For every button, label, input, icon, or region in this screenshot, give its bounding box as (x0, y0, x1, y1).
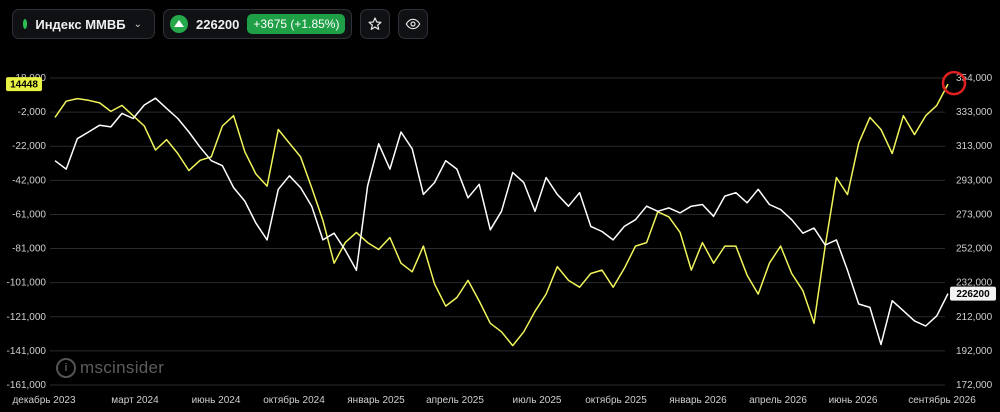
left-tick-label: -81,000 (12, 244, 46, 255)
left-tick-label: -161,000 (7, 380, 47, 391)
left-tick-label: -141,000 (7, 346, 47, 357)
x-axis: декабрь 2023 март 2024 июнь 2024 октябрь 20… (12, 394, 976, 406)
right-tick-label: 192,000 (956, 346, 993, 357)
x-tick-label: июнь 2024 (192, 395, 241, 406)
right-axis: 354,000333,000313,000293,000273,000252,0… (956, 73, 993, 391)
left-tick-label: -22,000 (12, 141, 46, 152)
x-tick-label: июнь 2026 (829, 395, 878, 406)
right-tick-label: 333,000 (956, 107, 993, 118)
x-tick-label: март 2024 (111, 395, 159, 406)
right-tick-label: 293,000 (956, 175, 993, 186)
last-value-right: 226200 (956, 289, 990, 300)
left-tick-label: -42,000 (12, 175, 46, 186)
left-tick-label: -121,000 (7, 312, 47, 323)
right-tick-label: 313,000 (956, 141, 993, 152)
x-tick-label: январь 2025 (347, 395, 405, 406)
x-tick-label: сентябрь 2026 (908, 394, 976, 406)
left-axis: 18,000-2,000-22,000-42,000-61,000-81,000… (7, 73, 47, 391)
x-tick-label: октябрь 2024 (263, 394, 325, 406)
x-tick-label: декабрь 2023 (12, 394, 76, 406)
watermark-logo: i mscinsider (56, 358, 164, 378)
watermark-text: mscinsider (80, 358, 165, 377)
right-tick-label: 172,000 (956, 380, 993, 391)
logo-icon: i (56, 358, 76, 378)
left-tick-label: -101,000 (7, 278, 47, 289)
last-value-left: 14448 (10, 80, 38, 91)
x-tick-label: июль 2025 (513, 395, 562, 406)
x-tick-label: октябрь 2025 (585, 394, 647, 406)
markers: 14448 226200 (6, 70, 996, 301)
left-tick-label: -61,000 (12, 209, 46, 220)
right-tick-label: 212,000 (956, 312, 993, 323)
x-tick-label: январь 2026 (669, 395, 727, 406)
right-tick-label: 252,000 (956, 244, 993, 255)
right-tick-label: 273,000 (956, 209, 993, 220)
left-tick-label: -2,000 (18, 107, 47, 118)
grid-lines (50, 77, 945, 386)
x-tick-label: апрель 2026 (749, 395, 807, 406)
x-tick-label: апрель 2025 (426, 395, 484, 406)
line-chart: 18,000-2,000-22,000-42,000-61,000-81,000… (6, 70, 996, 406)
series-line-white (54, 97, 949, 346)
